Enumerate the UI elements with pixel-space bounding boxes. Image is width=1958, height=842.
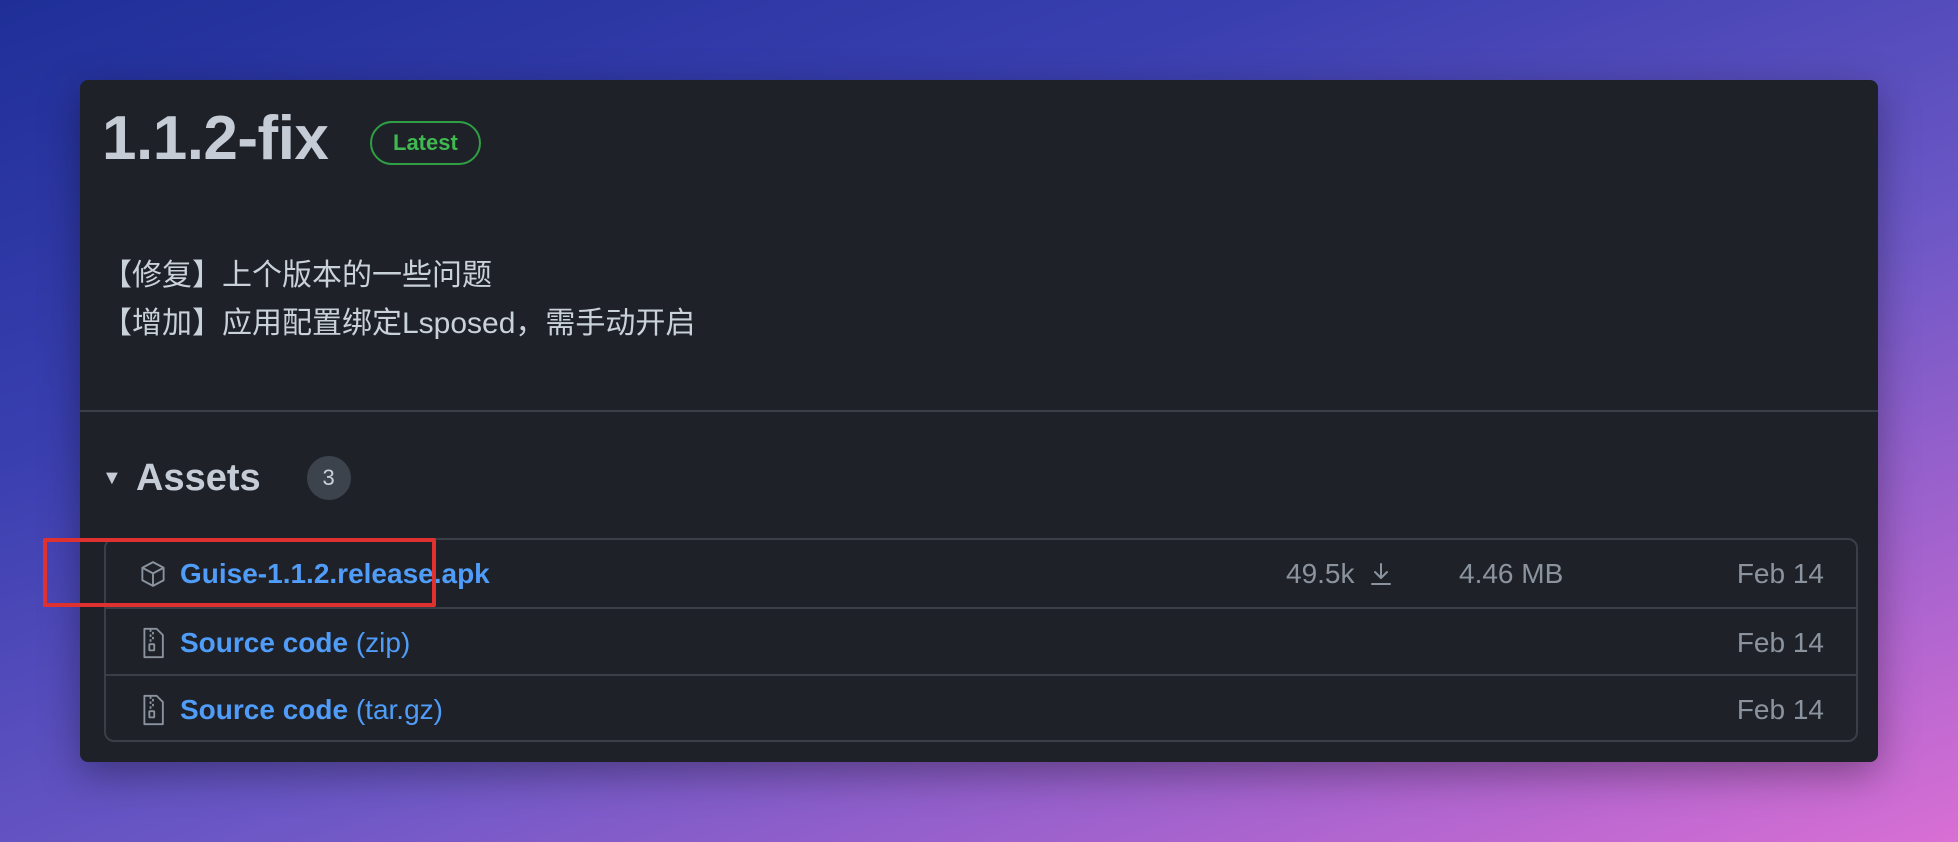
asset-row: Source code (tar.gz) Feb 14 [106,674,1856,743]
package-icon [136,557,170,591]
download-count: 49.5k [1286,558,1393,590]
asset-row: Source code (zip) Feb 14 [106,607,1856,676]
download-icon [1369,561,1393,587]
file-zip-icon [136,626,170,660]
assets-title: Assets [136,456,261,499]
caret-down-icon: ▼ [102,466,122,489]
assets-toggle[interactable]: ▼ Assets 3 [102,450,351,506]
asset-link-source-zip[interactable]: Source code (zip) [180,627,410,659]
file-zip-icon [136,693,170,727]
assets-list: Guise-1.1.2.release.apk 49.5k 4.46 MB Fe… [104,538,1858,742]
asset-link-source-targz[interactable]: Source code (tar.gz) [180,694,443,726]
section-divider [80,410,1878,412]
release-note-line: 【修复】上个版本的一些问题 [102,259,492,292]
release-notes: 【修复】上个版本的一些问题 【增加】应用配置绑定Lsposed，需手动开启 [102,252,695,348]
asset-row: Guise-1.1.2.release.apk 49.5k 4.46 MB Fe… [106,540,1856,607]
assets-count-badge: 3 [306,456,351,500]
asset-link-suffix: (tar.gz) [355,693,443,725]
download-count-value: 49.5k [1286,557,1355,589]
release-title[interactable]: 1.1.2-fix [102,108,329,170]
asset-link-apk[interactable]: Guise-1.1.2.release.apk [180,558,490,590]
latest-badge: Latest [370,121,481,165]
release-note-line: 【增加】应用配置绑定Lsposed，需手动开启 [102,307,696,340]
asset-size: 4.46 MB [1459,557,1564,589]
asset-link-label: Source code [180,626,349,658]
asset-link-label: Source code [180,693,349,725]
release-card: 1.1.2-fix Latest 【修复】上个版本的一些问题 【增加】应用配置绑… [80,80,1878,762]
asset-link-suffix: (zip) [355,626,411,658]
asset-date: Feb 14 [1736,557,1824,589]
asset-date: Feb 14 [1736,693,1824,725]
asset-date: Feb 14 [1736,626,1824,658]
